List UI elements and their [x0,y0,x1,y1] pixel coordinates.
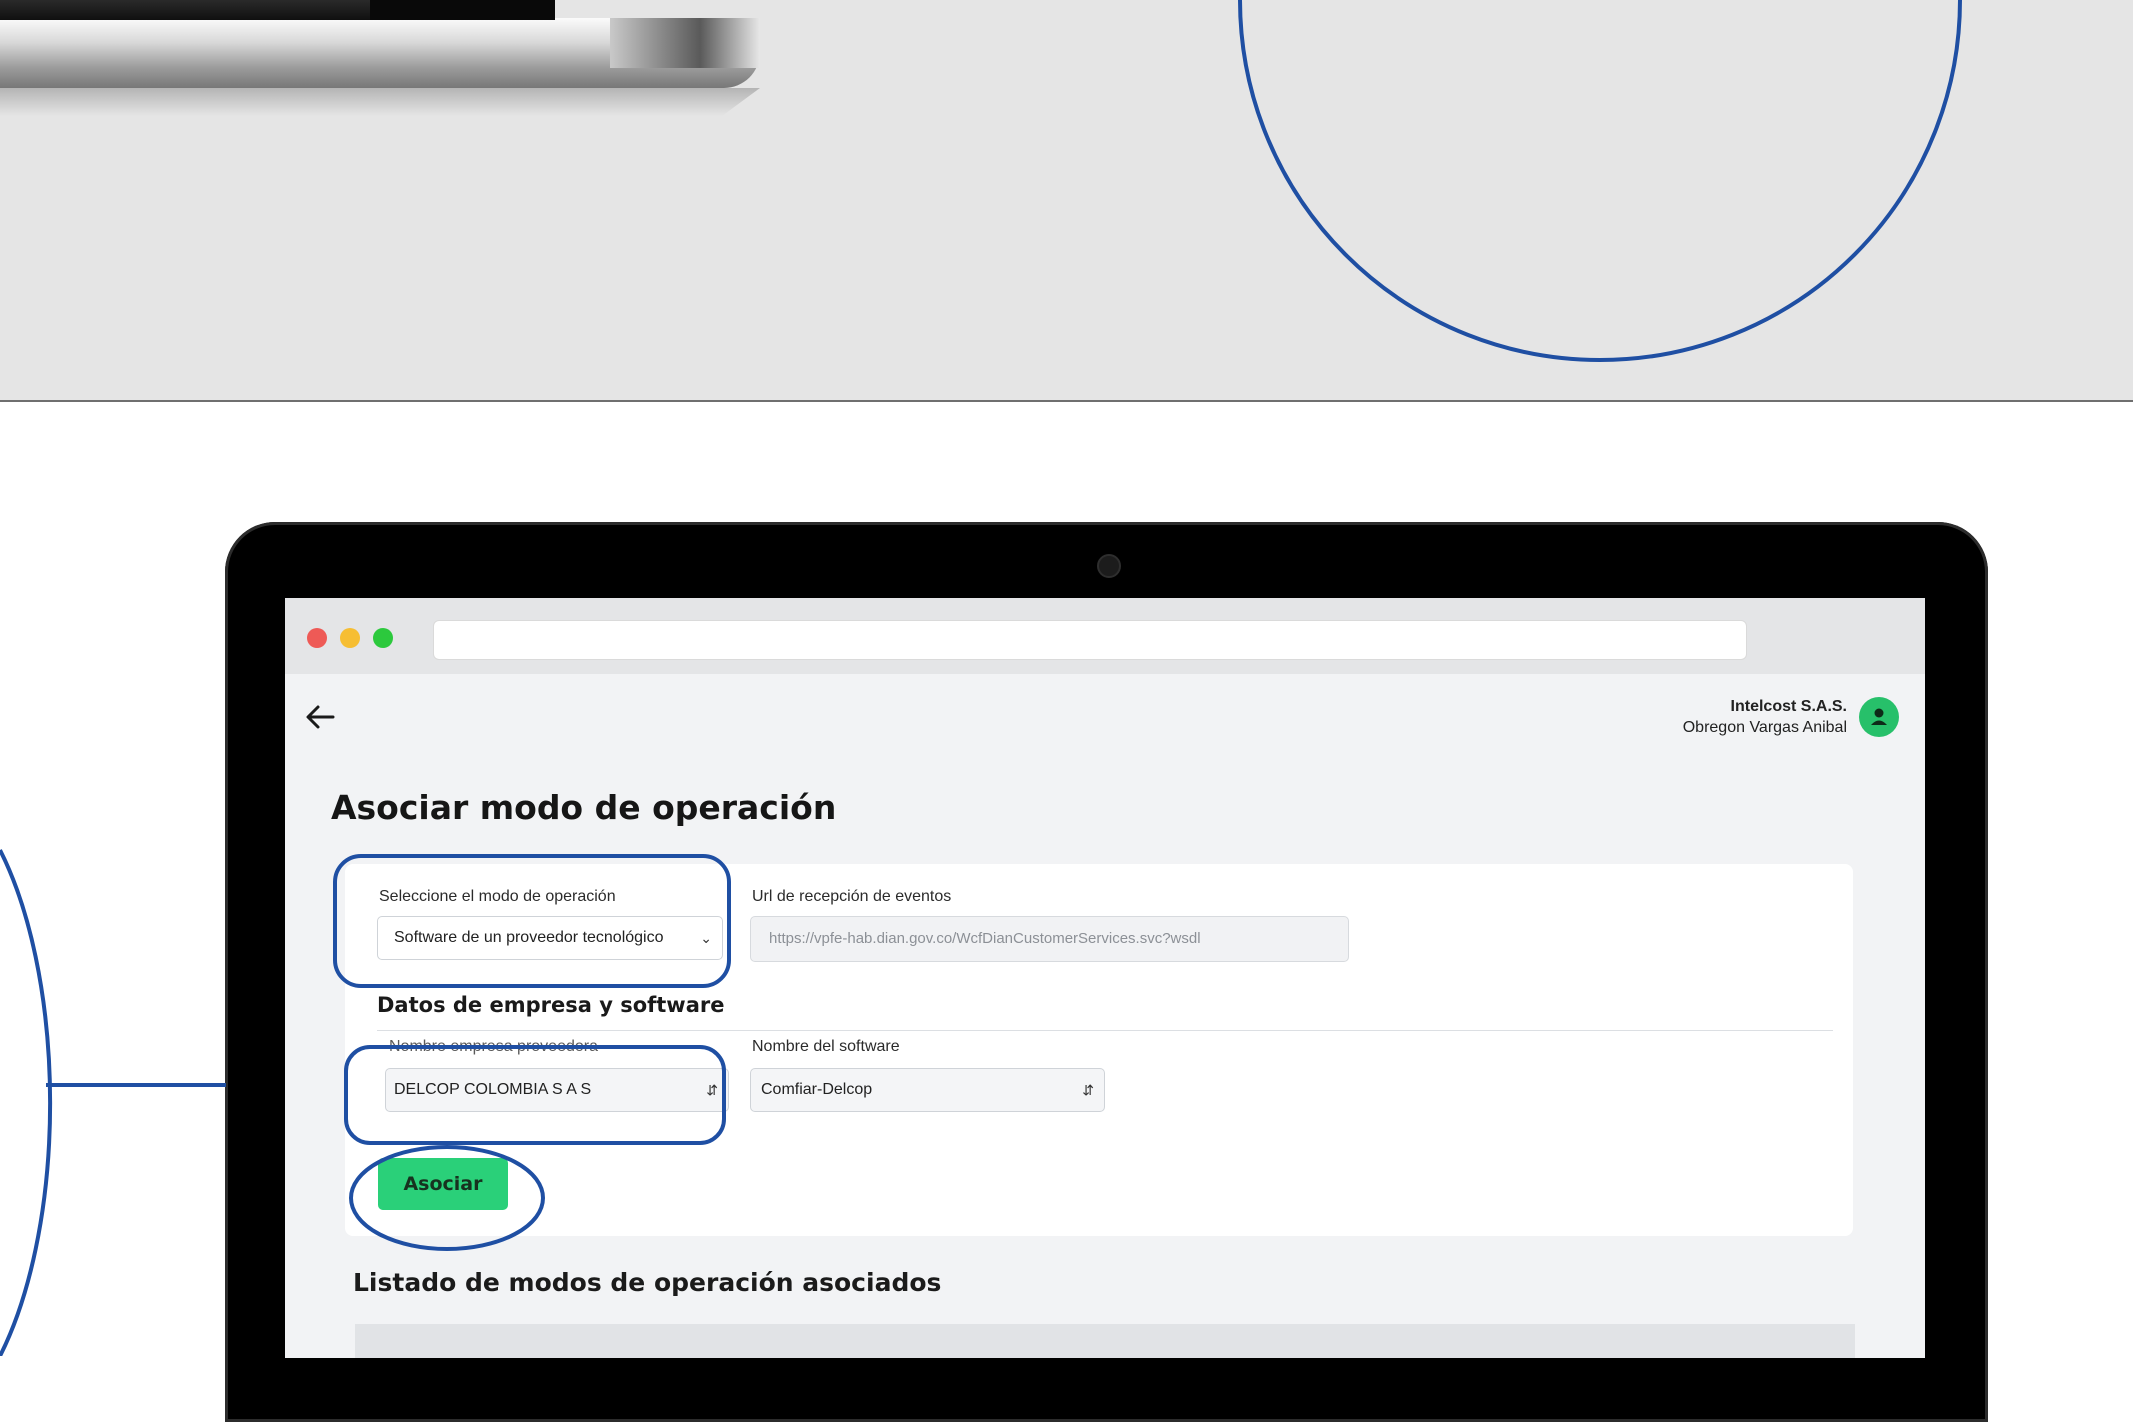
mode-label: Seleccione el modo de operación [379,888,616,905]
company-name: Intelcost S.A.S. [1730,698,1847,715]
window-minimize-dot[interactable] [340,628,360,648]
operation-mode-value: Software de un proveedor tecnológico [394,929,664,946]
updown-arrow-icon: ⇵ [706,1082,718,1098]
user-name: Obregon Vargas Anibal [1682,719,1847,736]
section-divider [377,1030,1833,1031]
event-url-field[interactable]: https://vpfe-hab.dian.gov.co/WcfDianCust… [750,916,1349,962]
chevron-down-icon: ⌄ [700,930,712,946]
software-value: Comfiar-Delcop [761,1081,873,1098]
window-maximize-dot[interactable] [373,628,393,648]
top-illustration-band [0,0,2133,402]
browser-screen: Intelcost S.A.S. Obregon Vargas Anibal A… [285,598,1925,1358]
window-close-dot[interactable] [307,628,327,648]
laptop-top-base-edge [610,18,760,68]
laptop-top-screen-dark [370,0,555,20]
updown-arrow-icon: ⇵ [1082,1082,1094,1098]
table-header [355,1324,1855,1358]
page-title: Asociar modo de operación [331,788,837,827]
url-label: Url de recepción de eventos [752,888,952,905]
provider-select[interactable]: DELCOP COLOMBIA S A S ⇵ [385,1068,729,1112]
left-decorative-arc [0,849,53,1356]
browser-titlebar [285,598,1925,674]
operation-mode-select[interactable]: Software de un proveedor tecnológico ⌄ [377,916,723,960]
webcam-icon [1097,554,1121,578]
laptop-top-shadow [0,88,760,116]
provider-value: DELCOP COLOMBIA S A S [394,1081,592,1098]
user-icon [1871,708,1887,725]
avatar[interactable] [1859,697,1899,737]
software-select[interactable]: Comfiar-Delcop ⇵ [750,1068,1105,1112]
back-arrow-icon[interactable] [303,700,337,734]
section-title: Datos de empresa y software [377,993,725,1017]
address-bar[interactable] [433,620,1747,660]
provider-label: Nombre empresa proveedora [389,1038,598,1055]
list-title: Listado de modos de operación asociados [353,1268,942,1297]
account-info: Intelcost S.A.S. Obregon Vargas Anibal [1683,696,1847,738]
asociar-button[interactable]: Asociar [378,1158,508,1210]
software-label: Nombre del software [752,1038,900,1055]
